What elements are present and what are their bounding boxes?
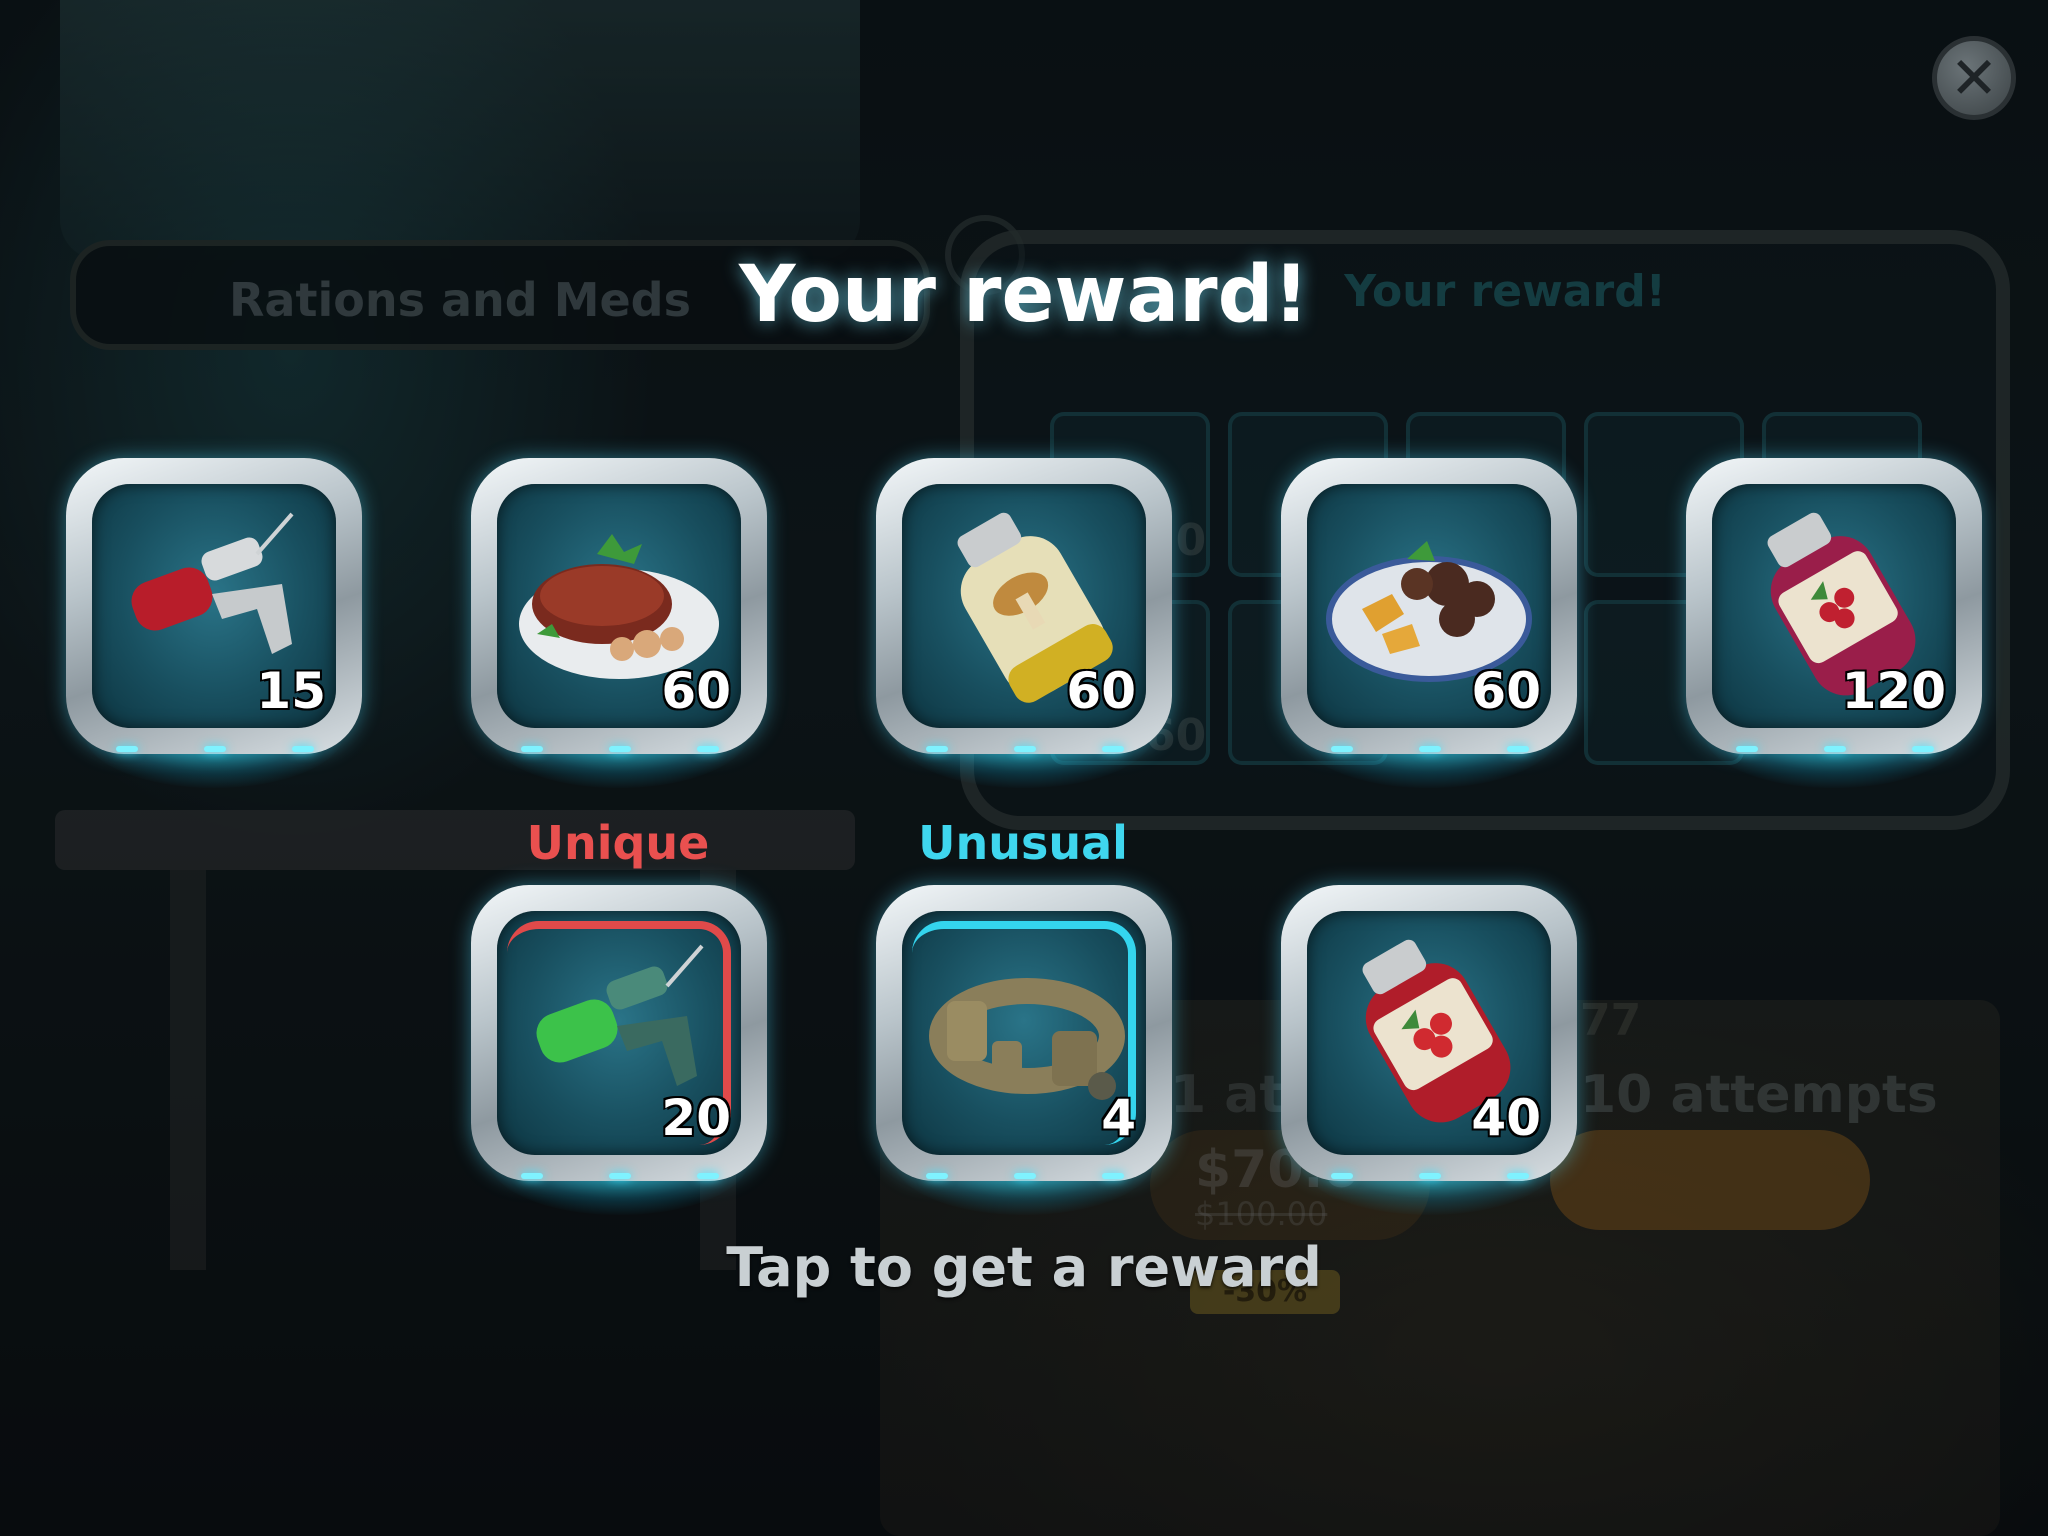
reward-card[interactable]: 120 <box>1686 458 1982 788</box>
reward-card[interactable]: 60 <box>1281 458 1577 788</box>
reward-card[interactable]: 40 <box>1281 885 1577 1215</box>
card-lights <box>916 746 1132 766</box>
close-button[interactable]: ✕ <box>1932 36 2016 120</box>
card-lights <box>916 1173 1132 1193</box>
card-lights <box>1321 746 1537 766</box>
tap-hint[interactable]: Tap to get a reward <box>724 1236 1324 1299</box>
reward-title: Your reward! <box>739 250 1309 340</box>
reward-card[interactable]: 4 <box>876 885 1172 1215</box>
rarity-label-unusual: Unusual <box>918 816 1128 870</box>
card-lights <box>1321 1173 1537 1193</box>
card-lights <box>106 746 322 766</box>
item-quantity: 40 <box>1471 1089 1541 1147</box>
item-quantity: 60 <box>1471 662 1541 720</box>
reward-card[interactable]: 20 <box>471 885 767 1215</box>
close-icon: ✕ <box>1949 44 1999 112</box>
reward-card[interactable]: 60 <box>471 458 767 788</box>
rarity-label-unique: Unique <box>526 816 710 870</box>
card-lights <box>511 1173 727 1193</box>
card-lights <box>1726 746 1942 766</box>
reward-card[interactable]: 60 <box>876 458 1172 788</box>
item-quantity: 120 <box>1841 662 1946 720</box>
item-quantity: 20 <box>661 1089 731 1147</box>
reward-card[interactable]: 15 <box>66 458 362 788</box>
item-quantity: 4 <box>1101 1089 1136 1147</box>
item-quantity: 60 <box>661 662 731 720</box>
card-lights <box>511 746 727 766</box>
item-quantity: 15 <box>256 662 326 720</box>
item-quantity: 60 <box>1066 662 1136 720</box>
